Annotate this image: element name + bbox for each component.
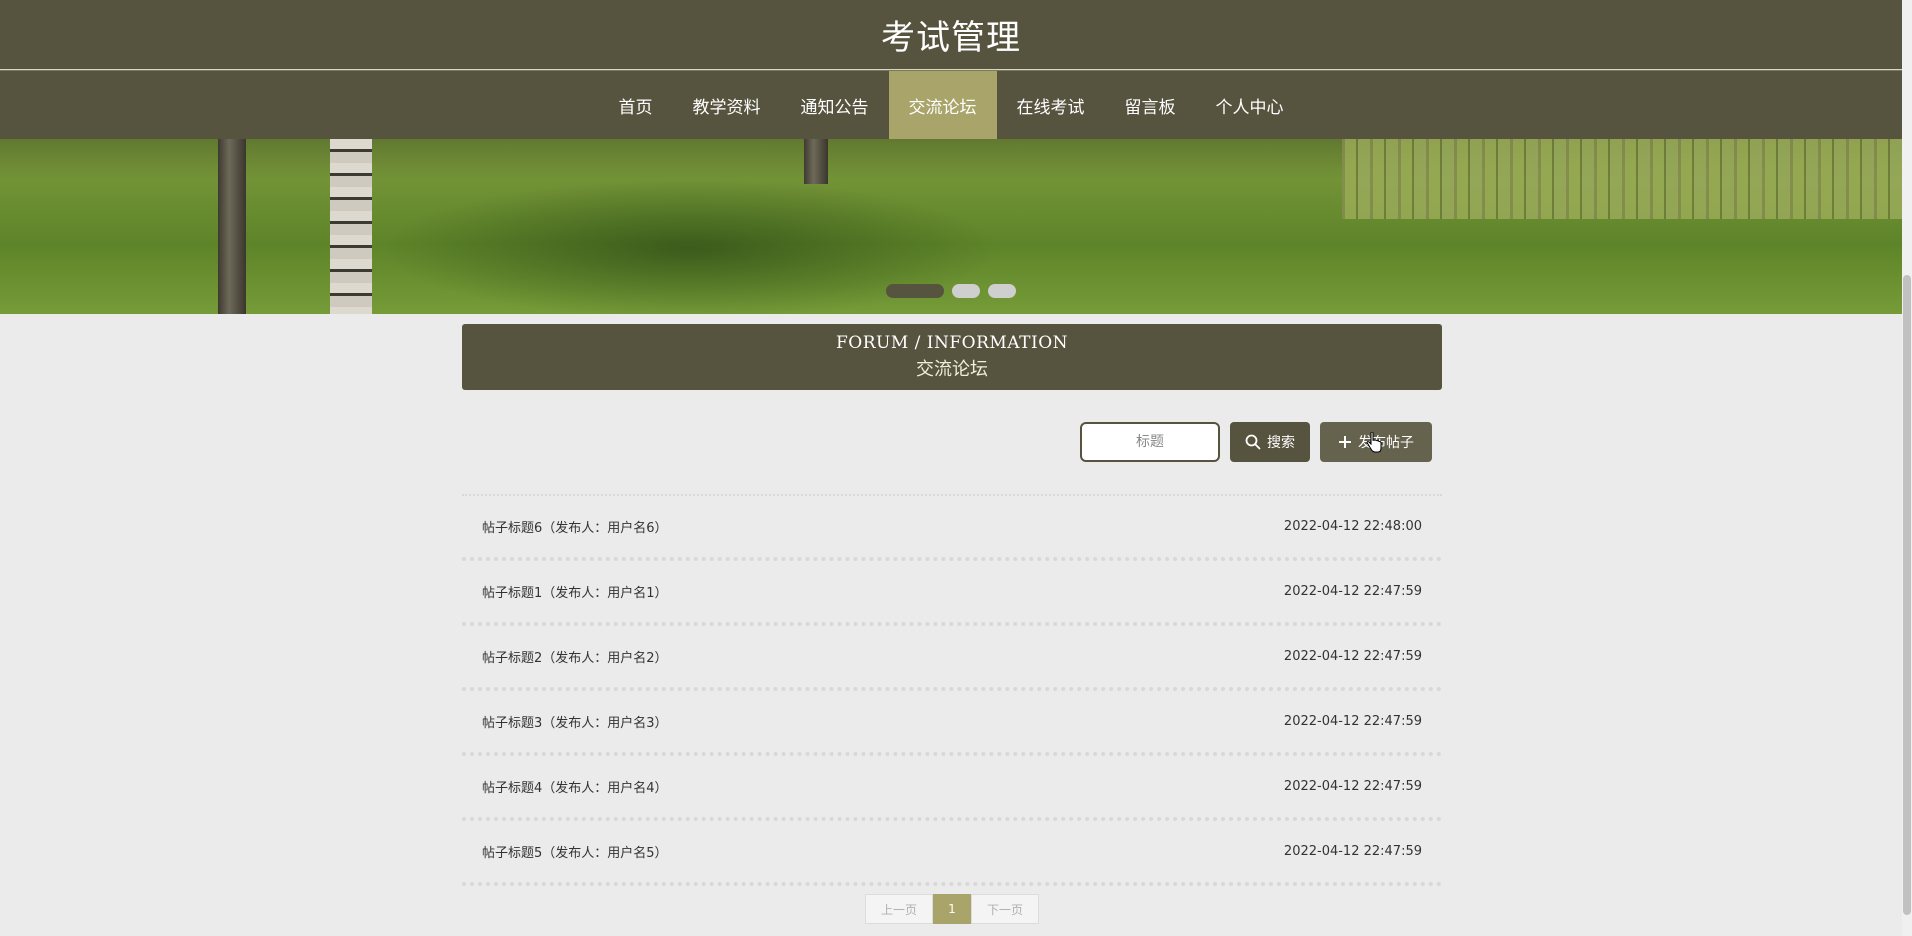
post-date: 2022-04-12 22:47:59 [1283,649,1422,664]
post-date: 2022-04-12 22:47:59 [1283,584,1422,599]
nav-item-forum[interactable]: 交流论坛 [888,71,997,139]
post-title: 帖子标题4（发布人：用户名4） [482,781,668,796]
post-title: 帖子标题3（发布人：用户名3） [482,716,668,731]
page-scrollbar[interactable] [1902,0,1912,936]
section-heading: FORUM / INFORMATION 交流论坛 [462,324,1442,390]
search-button[interactable]: 搜索 [1230,422,1310,462]
pagination: 上一页 1 下一页 [865,894,1039,924]
carousel-dot-2[interactable] [952,284,980,298]
carousel-dot-3[interactable] [988,284,1016,298]
plus-icon [1339,436,1351,448]
search-icon [1245,434,1261,450]
post-date: 2022-04-12 22:47:59 [1283,844,1422,859]
search-button-label: 搜索 [1267,435,1295,451]
banner-tree-trunk [804,139,828,184]
post-row[interactable]: 帖子标题1（发布人：用户名1） 2022-04-12 22:47:59 [462,561,1442,626]
carousel-indicators [0,284,1902,298]
post-row[interactable]: 帖子标题4（发布人：用户名4） 2022-04-12 22:47:59 [462,756,1442,821]
main-nav: 首页 教学资料 通知公告 交流论坛 在线考试 留言板 个人中心 [0,70,1902,139]
section-title-cn: 交流论坛 [916,359,988,380]
post-row[interactable]: 帖子标题6（发布人：用户名6） 2022-04-12 22:48:00 [462,496,1442,561]
post-date: 2022-04-12 22:48:00 [1283,519,1422,534]
nav-item-message-board[interactable]: 留言板 [1105,71,1196,139]
post-list: 帖子标题6（发布人：用户名6） 2022-04-12 22:48:00 帖子标题… [462,494,1442,886]
nav-item-teaching-materials[interactable]: 教学资料 [673,71,781,139]
post-row[interactable]: 帖子标题3（发布人：用户名3） 2022-04-12 22:47:59 [462,691,1442,756]
post-date: 2022-04-12 22:47:59 [1283,779,1422,794]
site-title: 考试管理 [881,18,1021,58]
section-title-en: FORUM / INFORMATION [835,333,1069,353]
hand-cursor-icon [1366,432,1382,453]
post-row[interactable]: 帖子标题5（发布人：用户名5） 2022-04-12 22:47:59 [462,821,1442,886]
page-number-button[interactable]: 1 [933,894,971,924]
title-search-input[interactable] [1080,422,1220,462]
post-title: 帖子标题2（发布人：用户名2） [482,651,668,666]
post-title: 帖子标题1（发布人：用户名1） [482,586,668,601]
prev-page-button[interactable]: 上一页 [865,894,933,924]
post-title: 帖子标题5（发布人：用户名5） [482,846,668,861]
nav-item-home[interactable]: 首页 [599,71,673,139]
post-title: 帖子标题6（发布人：用户名6） [482,521,668,536]
nav-item-online-exam[interactable]: 在线考试 [997,71,1105,139]
carousel-dot-1[interactable] [886,284,944,298]
site-header: 考试管理 [0,0,1902,70]
nav-item-announcements[interactable]: 通知公告 [781,71,889,139]
post-date: 2022-04-12 22:47:59 [1283,714,1422,729]
next-page-button[interactable]: 下一页 [971,894,1039,924]
scrollbar-thumb[interactable] [1903,275,1911,915]
nav-item-personal-center[interactable]: 个人中心 [1196,71,1304,139]
banner-bamboo [1342,139,1902,219]
post-row[interactable]: 帖子标题2（发布人：用户名2） 2022-04-12 22:47:59 [462,626,1442,691]
